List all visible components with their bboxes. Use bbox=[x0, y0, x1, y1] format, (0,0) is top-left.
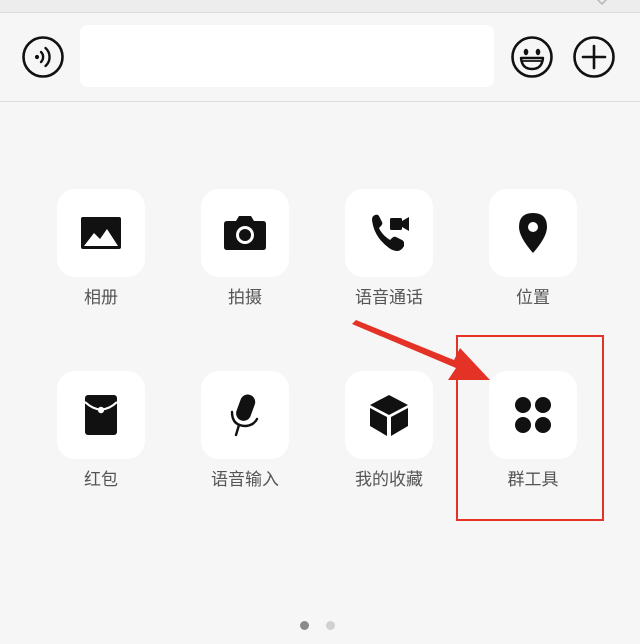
tile-background bbox=[201, 189, 289, 277]
page-dot-active[interactable] bbox=[300, 621, 309, 630]
panel-item-label: 拍摄 bbox=[228, 288, 262, 308]
panel-item-label: 位置 bbox=[516, 288, 550, 308]
location-pin-icon bbox=[519, 213, 547, 253]
chevron-down-icon[interactable] bbox=[594, 0, 610, 10]
panel-item-voice-input[interactable]: 语音输入 bbox=[185, 371, 305, 511]
voice-wave-icon[interactable] bbox=[21, 35, 65, 79]
tile-background bbox=[201, 371, 289, 459]
panel-item-album[interactable]: 相册 bbox=[41, 189, 161, 329]
panel-item-camera[interactable]: 拍摄 bbox=[185, 189, 305, 329]
page-dot-inactive[interactable] bbox=[326, 621, 335, 630]
tile-background bbox=[345, 189, 433, 277]
favorites-cube-icon bbox=[370, 395, 408, 436]
page-indicator bbox=[296, 619, 344, 631]
panel-item-label: 我的收藏 bbox=[355, 470, 423, 490]
plus-circle-icon[interactable] bbox=[572, 35, 616, 79]
panel-item-voice-call[interactable]: 语音通话 bbox=[329, 189, 449, 329]
panel-item-label: 语音输入 bbox=[211, 470, 279, 490]
chat-input-bar bbox=[0, 13, 640, 102]
photo-album-icon bbox=[81, 217, 121, 249]
panel-item-favorites[interactable]: 我的收藏 bbox=[329, 371, 449, 511]
smiley-face-icon[interactable] bbox=[510, 35, 554, 79]
tile-background bbox=[489, 189, 577, 277]
tile-background bbox=[345, 371, 433, 459]
panel-item-label: 语音通话 bbox=[355, 288, 423, 308]
message-input[interactable] bbox=[80, 25, 494, 87]
voice-video-call-icon bbox=[372, 214, 409, 251]
panel-item-label: 相册 bbox=[84, 288, 118, 308]
tile-background bbox=[57, 189, 145, 277]
panel-item-label: 红包 bbox=[84, 470, 118, 490]
chat-top-strip bbox=[0, 0, 640, 13]
red-envelope-icon bbox=[84, 395, 118, 435]
camera-icon bbox=[224, 216, 266, 250]
red-arrow-icon bbox=[352, 320, 490, 380]
panel-item-location[interactable]: 位置 bbox=[473, 189, 593, 329]
panel-item-red-envelope[interactable]: 红包 bbox=[41, 371, 161, 511]
tile-background bbox=[57, 371, 145, 459]
microphone-icon bbox=[230, 394, 259, 437]
